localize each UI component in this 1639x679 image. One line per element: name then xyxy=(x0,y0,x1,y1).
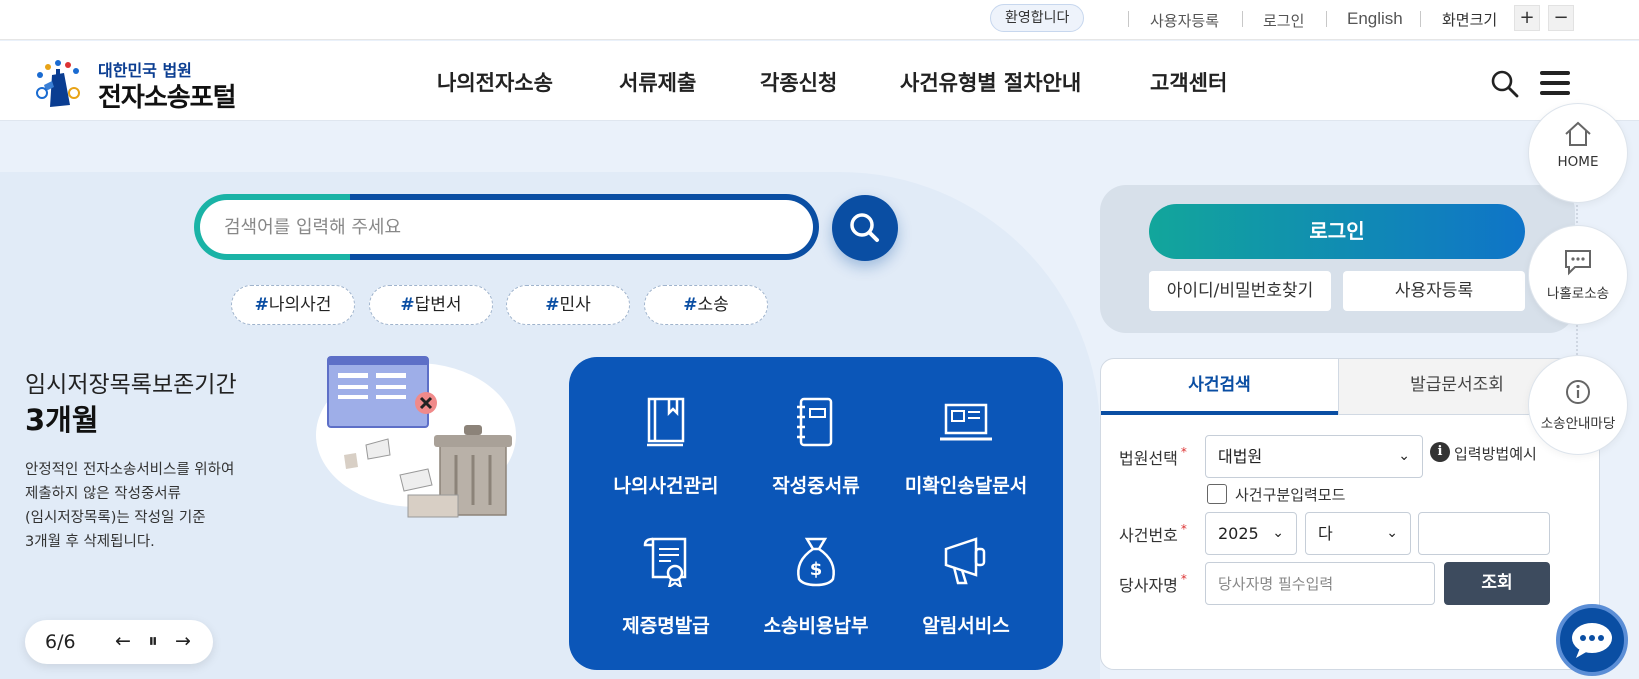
case-search-button[interactable]: 조회 xyxy=(1444,562,1550,605)
input-example-link[interactable]: 입력방법예시 xyxy=(1454,443,1537,464)
divider xyxy=(1420,11,1421,27)
chevron-down-icon: ⌄ xyxy=(1272,525,1284,541)
case-type-select[interactable]: 다 ⌄ xyxy=(1305,512,1411,555)
logo-title: 전자소송포털 xyxy=(98,83,237,113)
court-label: 법원선택 * xyxy=(1119,445,1187,468)
info-icon[interactable]: i xyxy=(1430,442,1450,462)
search-icon[interactable] xyxy=(1490,69,1520,99)
nav-my-ecase[interactable]: 나의전자소송 xyxy=(437,67,553,97)
quick-menu: 나의사건관리 작성중서류 미확인송달문서 제증명발급 $ 소송비용납부 알림서비… xyxy=(569,357,1063,670)
chevron-down-icon: ⌄ xyxy=(1386,525,1398,541)
case-mode-checkbox[interactable] xyxy=(1207,484,1227,504)
quick-drafts[interactable]: 작성중서류 xyxy=(741,397,891,498)
pause-icon[interactable]: ⏸ xyxy=(141,629,165,653)
search-box xyxy=(194,194,819,260)
tag-my-case[interactable]: #나의사건 xyxy=(231,285,355,325)
tab-case-search[interactable]: 사건검색 xyxy=(1101,359,1338,415)
float-self-litigation-button[interactable]: 나홀로소송 xyxy=(1528,225,1628,325)
find-id-button[interactable]: 아이디/비밀번호찾기 xyxy=(1149,271,1331,311)
hamburger-icon[interactable] xyxy=(1540,71,1570,95)
search-button[interactable] xyxy=(832,195,898,261)
zoom-label: 화면크기 xyxy=(1442,11,1498,29)
case-number-label: 사건번호 * xyxy=(1119,522,1187,545)
slide-counter: 6/6 xyxy=(45,631,76,653)
year-select[interactable]: 2025 ⌄ xyxy=(1205,512,1297,555)
quick-certificate[interactable]: 제증명발급 xyxy=(591,535,741,638)
register-link[interactable]: 사용자등록 xyxy=(1150,10,1219,31)
divider xyxy=(1242,11,1243,27)
case-mode-label: 사건구분입력모드 xyxy=(1235,486,1346,504)
quick-fee-payment[interactable]: $ 소송비용납부 xyxy=(741,535,891,638)
main-header: 대한민국 법원 전자소송포털 나의전자소송 서류제출 각종신청 사건유형별 절차… xyxy=(0,41,1639,121)
info-circle-icon xyxy=(1566,380,1590,404)
site-logo[interactable]: 대한민국 법원 전자소송포털 xyxy=(30,53,250,113)
english-link[interactable]: English xyxy=(1347,9,1403,29)
party-name-label: 당사자명 * xyxy=(1119,572,1187,595)
nav-procedure-guide[interactable]: 사건유형별 절차안내 xyxy=(900,67,1081,97)
login-link[interactable]: 로그인 xyxy=(1263,10,1304,31)
prev-arrow-icon[interactable]: ← xyxy=(111,629,135,653)
login-panel: 로그인 아이디/비밀번호찾기 사용자등록 xyxy=(1100,185,1575,333)
zoom-in-button[interactable]: + xyxy=(1514,5,1540,31)
certificate-icon xyxy=(643,537,687,587)
money-bag-icon: $ xyxy=(797,537,835,587)
float-home-button[interactable]: HOME xyxy=(1528,103,1628,203)
register-button[interactable]: 사용자등록 xyxy=(1343,271,1525,311)
nav-customer-center[interactable]: 고객센터 xyxy=(1150,67,1227,97)
nav-document-submit[interactable]: 서류제출 xyxy=(619,67,696,97)
float-guide-button[interactable]: 소송안내마당 xyxy=(1528,355,1628,455)
tag-civil[interactable]: #민사 xyxy=(506,285,630,325)
svg-text:$: $ xyxy=(810,559,823,580)
search-icon xyxy=(850,213,879,242)
search-input[interactable] xyxy=(200,200,813,254)
tag-lawsuit[interactable]: #소송 xyxy=(644,285,768,325)
quick-notification[interactable]: 알림서비스 xyxy=(891,535,1041,638)
megaphone-icon xyxy=(944,537,986,585)
case-number-input[interactable] xyxy=(1418,512,1550,555)
chat-bubble-icon xyxy=(1565,250,1591,276)
next-arrow-icon[interactable]: → xyxy=(171,629,195,653)
court-select[interactable]: 대법원 ⌄ xyxy=(1205,435,1423,478)
chatbot-button[interactable] xyxy=(1556,604,1628,676)
court-emblem-icon xyxy=(36,60,80,107)
nav-applications[interactable]: 각종신청 xyxy=(760,67,837,97)
divider xyxy=(1128,11,1129,27)
book-icon xyxy=(647,397,685,447)
zoom-out-button[interactable]: − xyxy=(1548,5,1574,31)
tag-answer[interactable]: #답변서 xyxy=(369,285,493,325)
quick-my-case[interactable]: 나의사건관리 xyxy=(591,397,741,498)
chat-icon xyxy=(1572,623,1612,658)
laptop-icon xyxy=(940,403,992,441)
utility-bar: 환영합니다 사용자등록 로그인 English 화면크기 + − xyxy=(0,0,1639,40)
notebook-icon xyxy=(797,397,833,447)
party-name-input[interactable] xyxy=(1205,562,1435,605)
notice-description: 안정적인 전자소송서비스를 위하여 제출하지 않은 작성중서류 (임시저장목록)… xyxy=(25,462,235,550)
notice-period: 3개월 xyxy=(25,403,99,437)
chevron-down-icon: ⌄ xyxy=(1398,448,1410,464)
divider xyxy=(1326,11,1327,27)
home-icon xyxy=(1565,121,1591,146)
trash-illustration xyxy=(316,356,516,518)
welcome-badge: 환영합니다 xyxy=(990,4,1085,32)
login-button[interactable]: 로그인 xyxy=(1149,204,1525,259)
case-search-panel: 사건검색 발급문서조회 법원선택 * 대법원 ⌄ i 입력방법예시 사건구분입력모드… xyxy=(1100,358,1600,670)
quick-unread-docs[interactable]: 미확인송달문서 xyxy=(891,397,1041,498)
notice-title: 임시저장목록보존기간 xyxy=(25,372,237,398)
slide-pager: 6/6 ← ⏸ → xyxy=(25,620,213,664)
